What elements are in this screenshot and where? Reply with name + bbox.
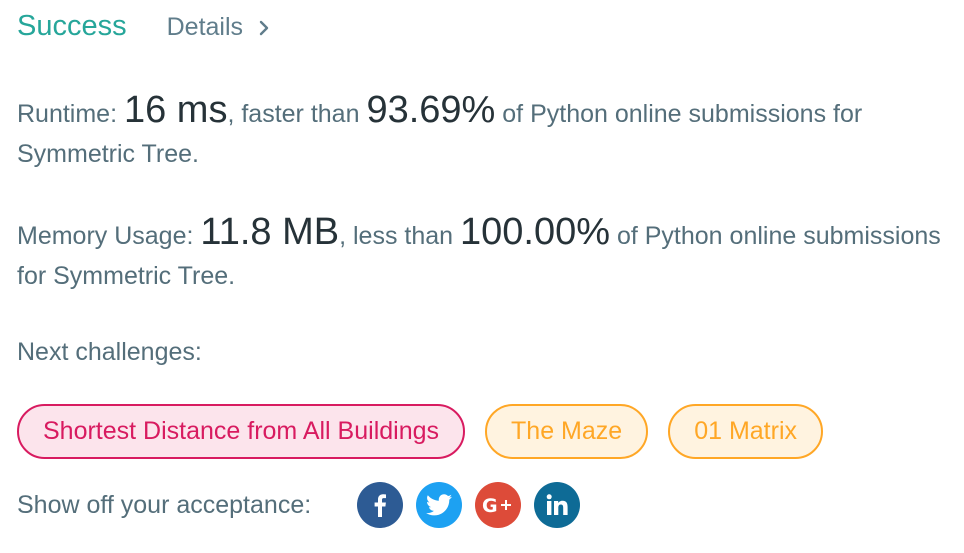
twitter-icon — [426, 494, 453, 516]
next-challenges-label: Next challenges: — [17, 338, 202, 366]
svg-text:G: G — [482, 495, 498, 516]
challenge-chip-shortest-distance[interactable]: Shortest Distance from All Buildings — [17, 404, 466, 459]
runtime-percent: 93.69% — [366, 89, 496, 131]
memory-value: 11.8 MB — [200, 211, 340, 253]
challenge-list: Shortest Distance from All Buildings The… — [17, 404, 823, 459]
status-label: Success — [17, 10, 127, 42]
google-plus-share-button[interactable]: G — [475, 482, 522, 528]
memory-label: Memory Usage: — [17, 222, 201, 250]
social-buttons: G — [357, 482, 581, 528]
linkedin-share-button[interactable] — [534, 482, 581, 528]
linkedin-icon — [546, 494, 568, 515]
details-link[interactable]: Details — [167, 13, 273, 42]
twitter-share-button[interactable] — [416, 482, 463, 528]
challenge-chip-the-maze[interactable]: The Maze — [485, 404, 649, 459]
facebook-share-button[interactable] — [357, 482, 404, 528]
memory-stat: Memory Usage: 11.8 MB, less than 100.00%… — [17, 212, 952, 296]
runtime-label: Runtime: — [17, 100, 124, 128]
details-label: Details — [166, 13, 244, 41]
runtime-value: 16 ms — [123, 89, 228, 131]
chevron-right-icon — [259, 20, 269, 35]
share-label: Show off your acceptance: — [17, 490, 312, 519]
facebook-icon — [374, 494, 387, 517]
runtime-stat: Runtime: 16 ms, faster than 93.69% of Py… — [17, 90, 952, 174]
challenge-chip-01-matrix[interactable]: 01 Matrix — [668, 404, 823, 459]
result-header: Success Details — [17, 10, 273, 43]
google-plus-icon: G — [482, 495, 512, 516]
share-bar: Show off your acceptance: G — [17, 482, 581, 528]
memory-percent: 100.00% — [460, 211, 611, 253]
runtime-connector: , faster than — [227, 100, 367, 128]
memory-connector: , less than — [339, 222, 460, 250]
